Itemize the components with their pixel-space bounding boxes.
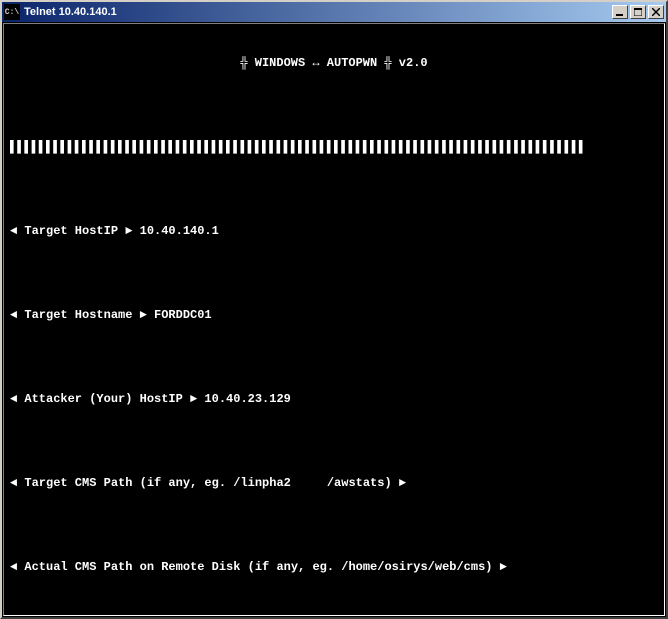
prompt-attacker-hostip: ◄ Attacker (Your) HostIP ► 10.40.23.129 (10, 392, 658, 406)
telnet-window: C:\ Telnet 10.40.140.1 ╬ WINDOWS ↔ AUTOP… (0, 0, 668, 619)
prompt-target-hostip: ◄ Target HostIP ► 10.40.140.1 (10, 224, 658, 238)
window-controls (612, 5, 664, 19)
rule-line: ▌▌▌▌▌▌▌▌▌▌▌▌▌▌▌▌▌▌▌▌▌▌▌▌▌▌▌▌▌▌▌▌▌▌▌▌▌▌▌▌… (10, 140, 658, 154)
maximize-button[interactable] (630, 5, 646, 19)
prompt-target-cms-path: ◄ Target CMS Path (if any, eg. /linpha2 … (10, 476, 658, 490)
terminal-output[interactable]: ╬ WINDOWS ↔ AUTOPWN ╬ v2.0 ▌▌▌▌▌▌▌▌▌▌▌▌▌… (3, 23, 665, 616)
close-button[interactable] (648, 5, 664, 19)
banner-line: ╬ WINDOWS ↔ AUTOPWN ╬ v2.0 (10, 56, 658, 70)
titlebar[interactable]: C:\ Telnet 10.40.140.1 (2, 2, 666, 22)
minimize-button[interactable] (612, 5, 628, 19)
cmd-icon: C:\ (4, 4, 20, 20)
prompt-actual-cms-path: ◄ Actual CMS Path on Remote Disk (if any… (10, 560, 658, 574)
window-title: Telnet 10.40.140.1 (24, 6, 612, 18)
prompt-target-hostname: ◄ Target Hostname ► FORDDC01 (10, 308, 658, 322)
